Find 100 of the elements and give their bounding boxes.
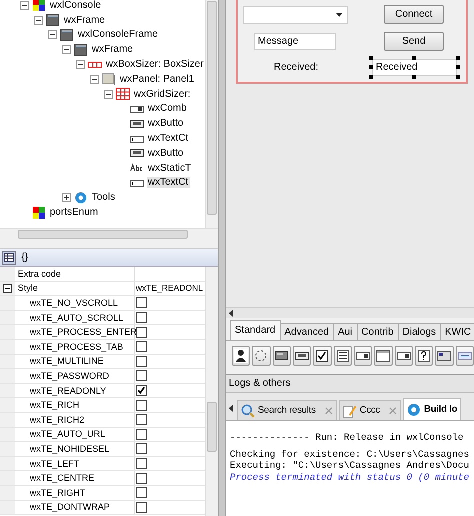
palette-tab[interactable]: Advanced	[280, 323, 334, 340]
property-name: wxTE_NOHIDESEL	[30, 444, 110, 454]
tree-item[interactable]: wxGridSizer:	[133, 88, 192, 100]
property-row[interactable]: wxTE_RIGHT	[0, 486, 205, 500]
tool-button[interactable]	[272, 346, 291, 366]
collapse-icon[interactable]	[90, 74, 99, 84]
checkbox[interactable]	[136, 297, 147, 308]
checkbox[interactable]	[136, 487, 147, 498]
checkbox[interactable]	[136, 370, 147, 382]
checkbox[interactable]	[136, 472, 147, 484]
log-tab[interactable]: Cccc	[338, 400, 402, 420]
property-row[interactable]: wxTE_AUTO_SCROLL	[0, 310, 205, 326]
tool-button[interactable]	[232, 346, 250, 366]
checkbox[interactable]	[136, 385, 147, 396]
log-tab[interactable]: Search results	[237, 400, 337, 420]
property-row[interactable]: wxTE_DONTWRAP	[0, 500, 205, 516]
property-row[interactable]: wxTE_PROCESS_ENTER	[0, 325, 205, 340]
tool-button[interactable]	[354, 346, 372, 366]
tree-item[interactable]: wxFrame	[91, 44, 134, 56]
list-icon	[334, 348, 351, 364]
property-row[interactable]: wxTE_NOHIDESEL	[0, 442, 205, 457]
color-squares-icon	[32, 206, 46, 219]
tree-item[interactable]: wxPanel: Panel1	[119, 74, 196, 85]
property-name: wxTE_MULTILINE	[30, 356, 104, 366]
code-view-tab[interactable]: {}	[18, 250, 32, 264]
property-row[interactable]: wxTE_LEFT	[0, 456, 205, 472]
checkbox[interactable]	[136, 341, 147, 352]
checkbox[interactable]	[136, 414, 147, 426]
collapse-icon[interactable]	[48, 30, 57, 40]
grid-view-tab[interactable]	[2, 250, 16, 264]
collapse-icon[interactable]	[20, 0, 29, 10]
checkbox[interactable]	[136, 400, 147, 411]
scrollbar[interactable]	[205, 0, 218, 228]
collapse-icon[interactable]	[34, 16, 43, 25]
palette-tab[interactable]: Aui	[333, 323, 358, 340]
tree-item[interactable]: wxComb	[147, 103, 188, 114]
tool-button[interactable]	[334, 346, 352, 366]
tree-item[interactable]: wxStaticT	[147, 162, 192, 174]
tree-item[interactable]: wxButto	[147, 118, 185, 130]
property-name: Extra code	[18, 268, 62, 279]
tree-item[interactable]: wxButto	[147, 148, 185, 159]
scrollbar[interactable]	[205, 267, 218, 516]
tool-button[interactable]	[414, 346, 434, 366]
property-row[interactable]: wxTE_AUTO_URL	[0, 428, 205, 442]
property-name: wxTE_RICH	[30, 400, 80, 410]
form-button[interactable]: Connect	[384, 5, 444, 24]
palette-tab[interactable]: Standard	[230, 320, 281, 340]
tree-item[interactable]: wxFrame	[63, 14, 106, 26]
tree-item[interactable]: portsEnum	[49, 207, 100, 218]
property-row[interactable]: wxTE_READONLY	[0, 384, 205, 398]
property-row[interactable]: wxTE_PASSWORD	[0, 369, 205, 384]
palette-tab[interactable]: Dialogs	[398, 323, 442, 340]
property-value: wxTE_READONL	[136, 283, 204, 294]
property-row[interactable]: wxTE_RICH	[0, 398, 205, 413]
checkbox[interactable]	[136, 428, 147, 440]
tool-button[interactable]	[313, 346, 332, 366]
text-field[interactable]: Received	[372, 59, 457, 76]
checkbox[interactable]	[136, 356, 147, 367]
checkbox-icon	[314, 348, 330, 364]
window-icon	[436, 348, 452, 364]
tool-button[interactable]	[374, 346, 393, 366]
scrollbar[interactable]	[226, 307, 474, 318]
tree-item[interactable]: wxTextCt	[147, 133, 190, 144]
ok-button-icon	[130, 118, 144, 130]
tool-button[interactable]	[435, 346, 454, 366]
expand-icon[interactable]	[62, 193, 71, 202]
palette-tab[interactable]: KWIC	[440, 323, 474, 340]
checkbox[interactable]	[136, 326, 147, 338]
property-row[interactable]: Style wxTE_READONL	[0, 282, 205, 296]
collapse-icon[interactable]	[104, 90, 113, 99]
property-name: wxTE_LEFT	[30, 458, 80, 469]
property-row[interactable]: wxTE_PROCESS_TAB	[0, 340, 205, 355]
property-row[interactable]: wxTE_RICH2	[0, 412, 205, 428]
collapse-icon[interactable]	[76, 60, 85, 70]
scrollbar[interactable]	[0, 228, 218, 240]
property-name: wxTE_RICH2	[30, 414, 85, 425]
collapse-icon[interactable]	[3, 284, 12, 293]
palette-tab[interactable]: Contrib	[356, 323, 399, 340]
tree-item[interactable]: Tools	[91, 192, 116, 204]
left-arrow-icon	[229, 404, 233, 412]
checkbox[interactable]	[136, 502, 147, 513]
tree-item[interactable]: wxTextCt	[147, 177, 190, 188]
collapse-icon[interactable]	[62, 45, 71, 54]
left-arrow-icon	[229, 310, 233, 316]
checkbox[interactable]	[136, 443, 147, 454]
checkbox[interactable]	[136, 458, 147, 470]
tool-button[interactable]	[292, 346, 312, 366]
tool-button[interactable]	[394, 346, 413, 366]
text-field[interactable]: Message	[254, 33, 336, 50]
log-tab[interactable]: Build lo	[403, 398, 462, 420]
tree-item[interactable]: wxlConsoleFrame	[77, 29, 160, 40]
form-button[interactable]: Send	[384, 32, 444, 51]
property-row[interactable]: wxTE_NO_VSCROLL	[0, 296, 205, 311]
property-row[interactable]: Extra code	[0, 267, 205, 282]
tree-item[interactable]: wxlConsole	[49, 0, 102, 11]
tree-item[interactable]: wxBoxSizer: BoxSizer	[105, 59, 205, 70]
cog-icon	[74, 192, 88, 204]
property-row[interactable]: wxTE_CENTRE	[0, 471, 205, 486]
property-row[interactable]: wxTE_MULTILINE	[0, 354, 205, 370]
checkbox[interactable]	[136, 312, 147, 324]
